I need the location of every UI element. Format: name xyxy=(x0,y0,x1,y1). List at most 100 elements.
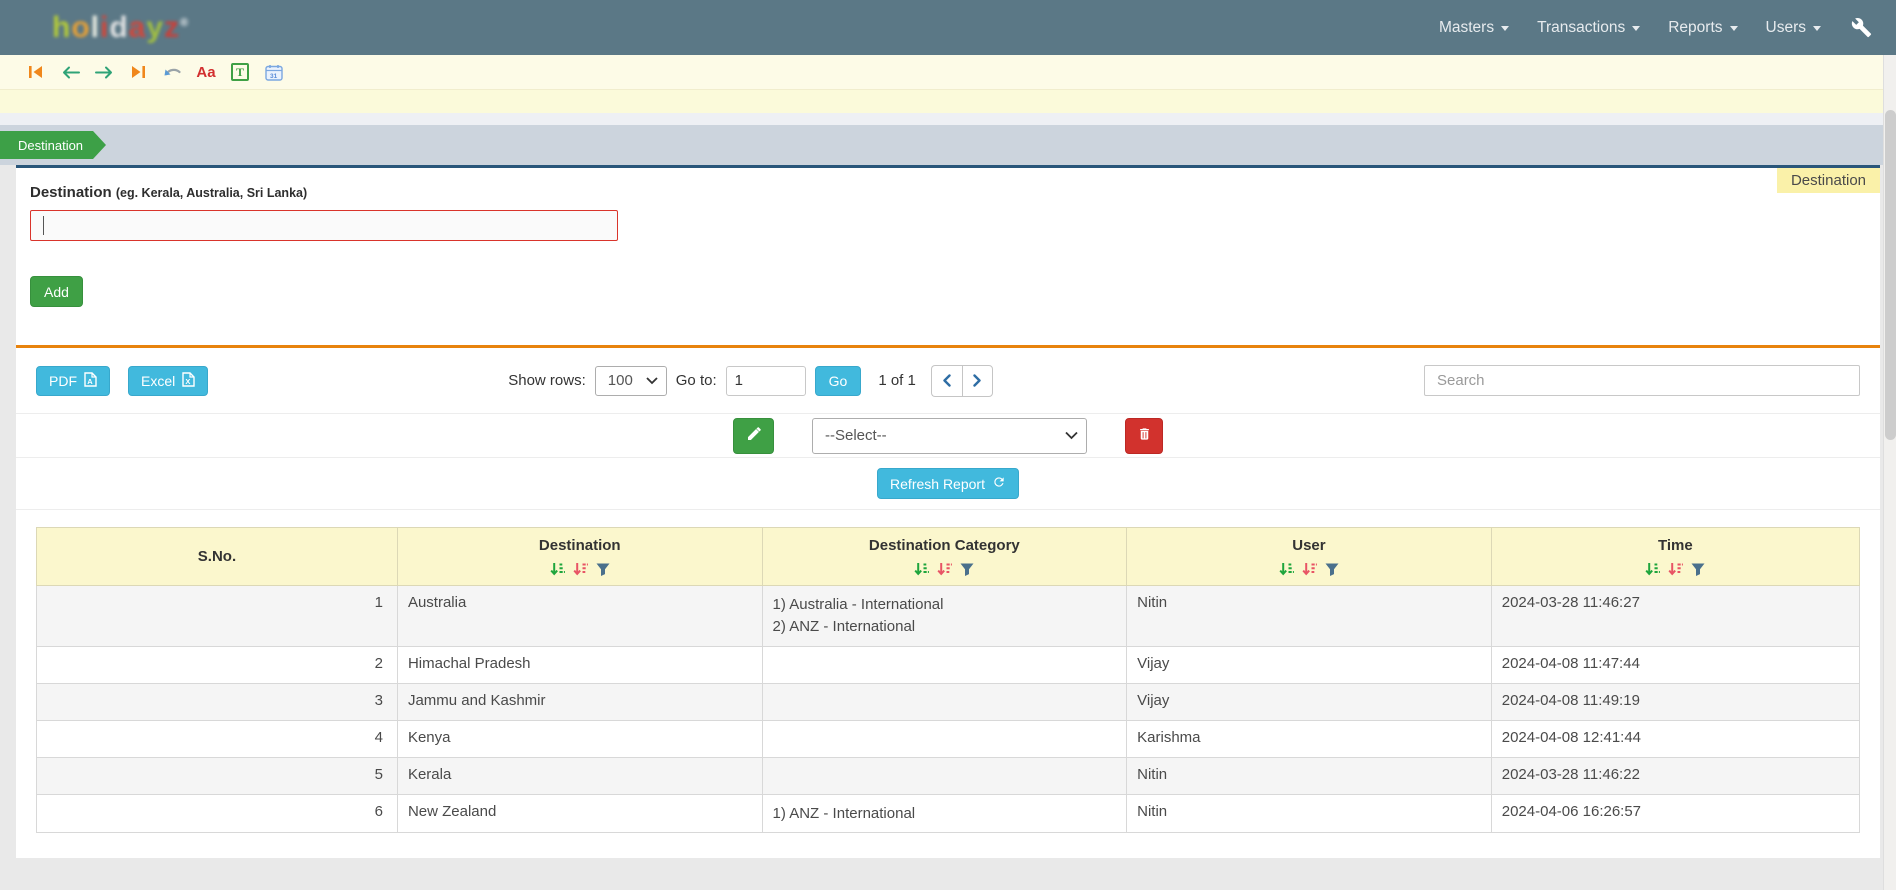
filter-icon[interactable] xyxy=(596,563,610,576)
edit-button[interactable] xyxy=(733,418,774,454)
nav-item-users[interactable]: Users xyxy=(1766,19,1821,37)
cell-category: 1) Australia - International2) ANZ - Int… xyxy=(762,586,1127,647)
cell-destination: Jammu and Kashmir xyxy=(397,683,762,720)
sort-asc-icon[interactable] xyxy=(1645,562,1661,577)
main-nav: Masters Transactions Reports Users xyxy=(1439,19,1821,37)
svg-text:X: X xyxy=(186,377,191,386)
breadcrumb-tab-destination[interactable]: Destination xyxy=(0,131,93,159)
nav-item-label: Users xyxy=(1766,19,1806,37)
refresh-row: Refresh Report xyxy=(16,458,1880,510)
breadcrumb-band: Destination xyxy=(0,125,1896,165)
filter-icon[interactable] xyxy=(960,563,974,576)
prev-page-button[interactable] xyxy=(931,365,962,397)
svg-text:A: A xyxy=(87,377,93,386)
logo-text: holidayz xyxy=(52,11,180,44)
sort-desc-icon[interactable] xyxy=(937,562,953,577)
cell-user: Nitin xyxy=(1127,794,1492,833)
text-tool-icon[interactable]: T xyxy=(230,62,250,82)
content-panel: Destination Destination (eg. Kerala, Aus… xyxy=(16,165,1880,858)
filter-icon[interactable] xyxy=(1325,563,1339,576)
app-logo[interactable]: holidayz® xyxy=(52,11,189,45)
cell-category xyxy=(762,757,1127,794)
arrow-right-icon[interactable] xyxy=(94,62,114,82)
cell-sno: 2 xyxy=(37,646,398,683)
cell-time: 2024-03-28 11:46:22 xyxy=(1491,757,1859,794)
sort-asc-icon[interactable] xyxy=(914,562,930,577)
cell-sno: 3 xyxy=(37,683,398,720)
chevron-down-icon xyxy=(1065,427,1078,444)
calendar-icon[interactable]: 31 xyxy=(264,62,284,82)
nav-item-label: Reports xyxy=(1668,19,1722,37)
cell-category xyxy=(762,720,1127,757)
pencil-icon xyxy=(746,426,762,445)
cell-destination: Himachal Pradesh xyxy=(397,646,762,683)
bulk-select[interactable]: --Select-- xyxy=(812,418,1087,454)
pdf-file-icon: A xyxy=(84,372,97,390)
col-header-s-no: S.No. xyxy=(37,528,398,586)
nav-item-transactions[interactable]: Transactions xyxy=(1537,19,1640,37)
toolbar-substrip xyxy=(0,90,1896,113)
scrollbar-thumb[interactable] xyxy=(1885,110,1896,440)
page-status: 1 of 1 xyxy=(878,372,916,389)
cell-user: Vijay xyxy=(1127,646,1492,683)
refresh-icon xyxy=(992,475,1006,492)
filter-icon[interactable] xyxy=(1691,563,1705,576)
nav-item-masters[interactable]: Masters xyxy=(1439,19,1509,37)
cell-category: 1) ANZ - International xyxy=(762,794,1127,833)
show-rows-label: Show rows: xyxy=(508,372,586,389)
arrow-left-icon[interactable] xyxy=(60,62,80,82)
svg-text:31: 31 xyxy=(270,73,278,80)
row-actions: --Select-- xyxy=(16,414,1880,458)
undo-icon[interactable] xyxy=(162,62,182,82)
col-header-destination: Destination xyxy=(397,528,762,586)
sort-asc-icon[interactable] xyxy=(550,562,566,577)
top-navbar: holidayz® Masters Transactions Reports User… xyxy=(0,0,1896,55)
cell-time: 2024-04-08 12:41:44 xyxy=(1491,720,1859,757)
excel-export-button[interactable]: Excel X xyxy=(128,366,208,396)
cell-user: Nitin xyxy=(1127,586,1492,647)
registered-mark: ® xyxy=(180,17,189,29)
search-input[interactable] xyxy=(1424,365,1860,396)
table-row[interactable]: 4KenyaKarishma2024-04-08 12:41:44 xyxy=(37,720,1860,757)
nav-item-label: Transactions xyxy=(1537,19,1625,37)
table-row[interactable]: 1Australia1) Australia - International2)… xyxy=(37,586,1860,647)
sort-desc-icon[interactable] xyxy=(1302,562,1318,577)
table-row[interactable]: 2Himachal Pradesh Vijay2024-04-08 11:47:4… xyxy=(37,646,1860,683)
cell-time: 2024-04-08 11:49:19 xyxy=(1491,683,1859,720)
table-row[interactable]: 3Jammu and KashmirVijay2024-04-08 11:49:… xyxy=(37,683,1860,720)
chevron-down-icon xyxy=(1730,26,1738,31)
cell-destination: Kerala xyxy=(397,757,762,794)
pdf-export-button[interactable]: PDF A xyxy=(36,366,110,396)
col-header-destination-category: Destination Category xyxy=(762,528,1127,586)
nav-item-reports[interactable]: Reports xyxy=(1668,19,1737,37)
wrench-icon[interactable] xyxy=(1851,17,1872,38)
sort-asc-icon[interactable] xyxy=(1279,562,1295,577)
delete-button[interactable] xyxy=(1125,418,1163,454)
table-row[interactable]: 5KeralaNitin2024-03-28 11:46:22 xyxy=(37,757,1860,794)
page-footer-area xyxy=(0,858,1896,890)
cell-time: 2024-04-08 11:47:44 xyxy=(1491,646,1859,683)
cell-time: 2024-04-06 16:26:57 xyxy=(1491,794,1859,833)
destinations-table: S.No.DestinationDestination CategoryUser… xyxy=(36,527,1860,833)
cell-category xyxy=(762,646,1127,683)
text-caret xyxy=(43,216,44,235)
vertical-scrollbar[interactable] xyxy=(1883,55,1896,890)
destination-input[interactable] xyxy=(30,210,618,241)
add-button[interactable]: Add xyxy=(30,276,83,307)
cell-destination: Kenya xyxy=(397,720,762,757)
table-row[interactable]: 6New Zealand1) ANZ - InternationalNitin2… xyxy=(37,794,1860,833)
next-page-button[interactable] xyxy=(962,365,993,397)
show-rows-select[interactable]: 100 xyxy=(595,366,667,396)
sort-desc-icon[interactable] xyxy=(1668,562,1684,577)
goto-page-input[interactable] xyxy=(726,366,806,396)
skip-last-icon[interactable] xyxy=(128,62,148,82)
sort-desc-icon[interactable] xyxy=(573,562,589,577)
icon-toolbar: Aa T 31 xyxy=(0,55,1896,90)
cell-user: Karishma xyxy=(1127,720,1492,757)
go-button[interactable]: Go xyxy=(815,366,862,396)
font-style-icon[interactable]: Aa xyxy=(196,62,216,82)
nav-item-label: Masters xyxy=(1439,19,1494,37)
refresh-report-button[interactable]: Refresh Report xyxy=(877,468,1019,499)
add-destination-form: Destination (eg. Kerala, Australia, Sri … xyxy=(16,168,1880,345)
skip-first-icon[interactable] xyxy=(26,62,46,82)
